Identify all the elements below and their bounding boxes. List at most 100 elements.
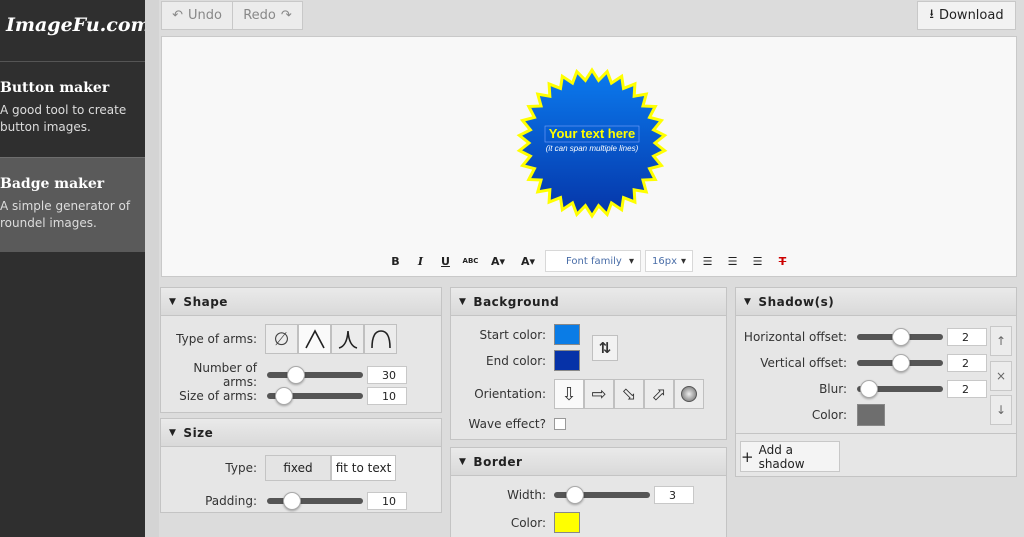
horizontal-offset-label: Horizontal offset:	[743, 330, 847, 344]
end-color-swatch[interactable]	[554, 350, 580, 371]
underline-button[interactable]: U	[433, 250, 458, 272]
collapse-icon: ▼	[459, 456, 467, 467]
border-width-slider[interactable]	[554, 486, 650, 504]
radial-icon	[681, 386, 697, 402]
shadow-color-swatch[interactable]	[857, 404, 885, 426]
divider	[736, 433, 1016, 434]
arrow-diagonal-down-icon: ⬂	[621, 383, 637, 405]
bg-color-button[interactable]: A▾	[513, 250, 543, 272]
italic-button[interactable]: I	[408, 250, 433, 272]
sidebar-item-badge-maker[interactable]: Badge maker A simple generator of rounde…	[0, 157, 145, 252]
move-shadow-up-button[interactable]: ↑	[990, 326, 1012, 356]
download-button[interactable]: ⭳ Download	[917, 1, 1016, 30]
size-panel-header[interactable]: ▼ Size	[161, 419, 441, 447]
arrow-down-icon: ⇩	[561, 383, 577, 405]
border-panel: ▼ Border Width: 3 Color:	[450, 447, 727, 537]
undo-button[interactable]: ↶ Undo	[161, 1, 233, 30]
number-of-arms-slider[interactable]	[267, 366, 363, 384]
vertical-offset-input[interactable]: 2	[947, 354, 987, 372]
font-size-select[interactable]: 16px ▾	[645, 250, 693, 272]
shape-panel-header[interactable]: ▼ Shape	[161, 288, 441, 316]
clear-format-button[interactable]: T	[770, 250, 795, 272]
slider-knob[interactable]	[892, 328, 911, 346]
number-of-arms-input[interactable]: 30	[367, 366, 407, 384]
horizontal-offset-input[interactable]: 2	[947, 328, 987, 346]
swap-icon: ⇅	[598, 339, 612, 357]
size-fit-to-text-button[interactable]: fit to text	[331, 455, 396, 481]
move-shadow-down-button[interactable]: ↓	[990, 395, 1012, 425]
size-of-arms-input[interactable]: 10	[367, 387, 407, 405]
size-of-arms-slider[interactable]	[267, 387, 363, 405]
swap-colors-button[interactable]: ⇅	[592, 335, 618, 361]
collapse-icon: ▼	[169, 296, 177, 307]
orientation-diag-down-button[interactable]: ⬂	[614, 379, 644, 409]
orientation-down-button[interactable]: ⇩	[554, 379, 584, 409]
slider-knob[interactable]	[892, 354, 911, 372]
slider-knob[interactable]	[282, 492, 301, 510]
arm-type-rounded-button[interactable]	[364, 324, 397, 354]
arrow-up-icon: ↑	[995, 334, 1007, 348]
wave-effect-label: Wave effect?	[468, 417, 546, 431]
format-toolbar: B I U ABC A▾ A▾ Font family ▾ 16px ▾ ☰ ☰ ☰…	[162, 250, 1016, 272]
background-panel-header[interactable]: ▼ Background	[451, 288, 726, 316]
logo[interactable]: ImageFu.com	[0, 0, 151, 62]
bold-button[interactable]: B	[383, 250, 408, 272]
size-panel-title: Size	[183, 425, 214, 440]
wave-effect-checkbox[interactable]	[554, 418, 566, 430]
badge-main-text[interactable]: Your text here	[549, 126, 635, 141]
shadows-panel-title: Shadow(s)	[758, 294, 835, 309]
slider-knob[interactable]	[274, 387, 293, 405]
badge-sub-text[interactable]: (it can span multiple lines)	[546, 144, 639, 153]
font-family-select[interactable]: Font family ▾	[545, 250, 641, 272]
slider-knob[interactable]	[565, 486, 584, 504]
text-color-button[interactable]: A▾	[483, 250, 513, 272]
blur-slider[interactable]	[857, 380, 943, 398]
strikethrough-button[interactable]: ABC	[458, 250, 483, 272]
shape-panel-title: Shape	[183, 294, 228, 309]
sidebar-item-desc: A simple generator of roundel images.	[0, 199, 131, 230]
download-icon: ⭳	[929, 6, 934, 22]
align-center-button[interactable]: ☰	[720, 250, 745, 272]
border-width-input[interactable]: 3	[654, 486, 694, 504]
start-color-swatch[interactable]	[554, 324, 580, 345]
size-of-arms-label: Size of arms:	[179, 389, 257, 403]
align-center-icon: ☰	[727, 254, 738, 268]
border-color-swatch[interactable]	[554, 512, 580, 533]
undo-label: Undo	[187, 8, 222, 23]
align-right-button[interactable]: ☰	[745, 250, 770, 272]
orientation-right-button[interactable]: ⇨	[584, 379, 614, 409]
padding-input[interactable]: 10	[367, 492, 407, 510]
blur-input[interactable]: 2	[947, 380, 987, 398]
remove-shadow-button[interactable]: ×	[990, 361, 1012, 391]
background-panel-title: Background	[473, 294, 560, 309]
collapse-icon: ▼	[744, 296, 752, 307]
concave-arm-icon	[338, 330, 357, 349]
arm-type-pointed-button[interactable]	[298, 324, 331, 354]
border-panel-header[interactable]: ▼ Border	[451, 448, 726, 476]
badge-star-shape	[516, 67, 668, 219]
sidebar-item-button-maker[interactable]: Button maker A good tool to create butto…	[0, 62, 145, 157]
shadows-panel: ▼ Shadow(s) Horizontal offset: 2 Vertical…	[735, 287, 1017, 477]
vertical-offset-label: Vertical offset:	[760, 356, 847, 370]
padding-label: Padding:	[205, 494, 257, 508]
horizontal-offset-slider[interactable]	[857, 328, 943, 346]
badge-preview[interactable]: Your text here (it can span multiple lin…	[512, 63, 672, 223]
arm-type-concave-button[interactable]	[331, 324, 364, 354]
size-fixed-button[interactable]: fixed	[265, 455, 331, 481]
start-color-label: Start color:	[479, 327, 546, 342]
slider-knob[interactable]	[286, 366, 305, 384]
align-left-button[interactable]: ☰	[695, 250, 720, 272]
add-shadow-label: Add a shadow	[758, 442, 805, 471]
orientation-label: Orientation:	[474, 387, 546, 401]
orientation-diag-up-button[interactable]: ⬀	[644, 379, 674, 409]
vertical-offset-slider[interactable]	[857, 354, 943, 372]
border-panel-title: Border	[473, 454, 523, 469]
arm-type-none-button[interactable]: ∅	[265, 324, 298, 354]
number-of-arms-label: Number of arms:	[193, 361, 257, 389]
padding-slider[interactable]	[267, 492, 363, 510]
shadows-panel-header[interactable]: ▼ Shadow(s)	[736, 288, 1016, 316]
slider-knob[interactable]	[860, 380, 879, 398]
redo-button[interactable]: Redo ↷	[232, 1, 303, 30]
orientation-radial-button[interactable]	[674, 379, 704, 409]
add-shadow-button[interactable]: + Add a shadow	[740, 441, 840, 472]
